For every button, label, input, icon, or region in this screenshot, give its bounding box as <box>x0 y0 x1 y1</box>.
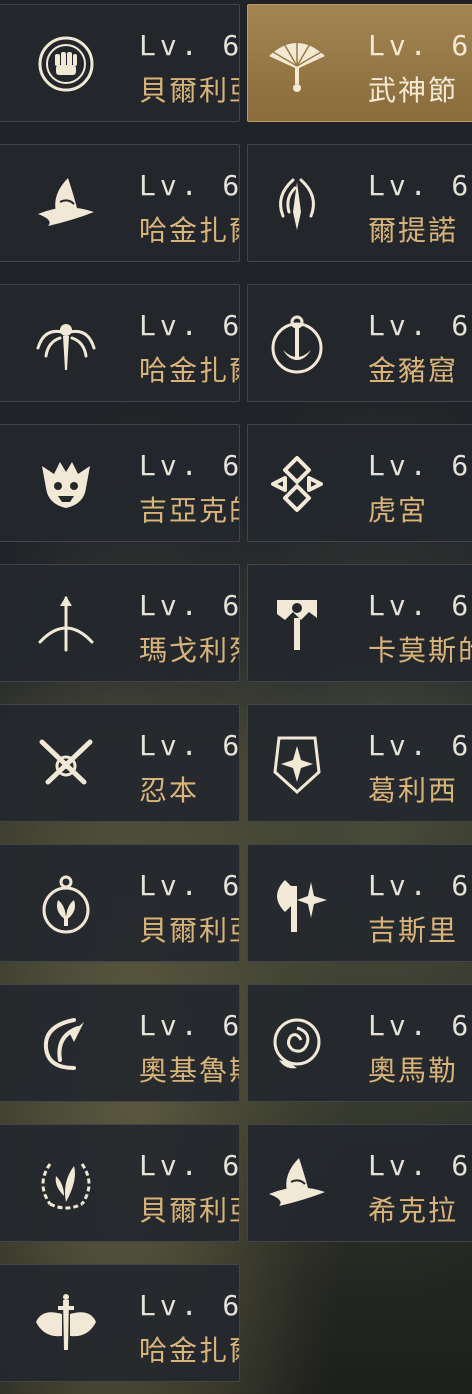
flower-orb-icon <box>33 871 99 937</box>
demon-face-icon <box>33 451 99 517</box>
dungeon-name: 哈金扎爾 <box>139 1334 239 1367</box>
level-label: Lv. 63 <box>139 869 239 902</box>
dungeon-name: 奧基魯斯 <box>139 1054 239 1087</box>
dungeon-name: 吉亞克的 <box>139 494 239 527</box>
dungeon-name: 貝爾利亞 <box>139 74 239 107</box>
level-label: Lv. 61 <box>139 1009 239 1042</box>
dungeon-name: 爾提諾 <box>368 214 459 247</box>
dungeon-card[interactable]: Lv. 60 葛利西 <box>247 704 472 822</box>
level-label: Lv. 60 <box>139 449 239 482</box>
dungeon-card[interactable]: Lv. 64 哈金扎爾 <box>0 284 240 402</box>
winged-sword-icon <box>33 1291 99 1357</box>
dungeon-card[interactable]: Lv. 61 瑪戈利烈 <box>0 564 240 682</box>
dungeon-name: 貝爾利亞 <box>139 914 239 947</box>
level-label: Lv. 60 <box>368 729 472 762</box>
level-label: Lv. 60 <box>368 869 472 902</box>
dungeon-card[interactable]: Lv. 61 爾提諾 <box>247 144 472 262</box>
dungeon-card[interactable]: Lv. 62 希克拉 <box>247 1124 472 1242</box>
level-label: Lv. 64 <box>139 309 239 342</box>
flame-blade-icon <box>264 171 330 237</box>
dungeon-card[interactable]: Lv. 60 奧馬勒 <box>247 984 472 1102</box>
dungeon-name: 哈金扎爾 <box>139 354 239 387</box>
dungeon-card[interactable]: Lv. 60 吉亞克的 <box>0 424 240 542</box>
level-label: Lv. 66 <box>139 169 239 202</box>
dungeon-name: 哈金扎爾 <box>139 214 239 247</box>
fan-icon <box>264 31 330 97</box>
level-label: Lv. 64 <box>139 29 239 62</box>
level-label: Lv. 61 <box>368 169 472 202</box>
dungeon-card[interactable]: Lv. 63 哈金扎爾 <box>0 1264 240 1382</box>
dungeon-name: 卡莫斯的 <box>368 634 472 667</box>
level-label: Lv. 62 <box>368 449 472 482</box>
crescent-icon <box>33 1011 99 1077</box>
winged-sword-crest-icon <box>33 311 99 377</box>
level-label: Lv. 61 <box>368 309 472 342</box>
dungeon-name: 奧馬勒 <box>368 1054 459 1087</box>
dungeon-card[interactable]: Lv. 61 奧基魯斯 <box>0 984 240 1102</box>
dungeon-card-selected[interactable]: Lv. 62 武神節 <box>247 4 472 122</box>
axe-banner-icon <box>264 591 330 657</box>
level-label: Lv. 61 <box>368 589 472 622</box>
shield-star-icon <box>264 731 330 797</box>
crossed-guns-icon <box>33 731 99 797</box>
level-label: Lv. 60 <box>368 1009 472 1042</box>
dungeon-card[interactable]: Lv. 63 貝爾利亞 <box>0 844 240 962</box>
wreath-icon <box>33 1151 99 1217</box>
dungeon-name: 金豬窟 <box>368 354 459 387</box>
level-label: Lv. 62 <box>368 29 472 62</box>
dungeon-name: 希克拉 <box>368 1194 459 1227</box>
bow-arrow-icon <box>33 591 99 657</box>
dungeon-name: 瑪戈利烈 <box>139 634 239 667</box>
wizard-hat-icon <box>33 171 99 237</box>
dungeon-card[interactable]: Lv. 62 忍本 <box>0 704 240 822</box>
wizard-hat-icon <box>264 1151 330 1217</box>
dungeon-name: 貝爾利亞 <box>139 1194 239 1227</box>
dungeon-name: 武神節 <box>368 74 459 107</box>
fist-crest-icon <box>33 31 99 97</box>
level-label: Lv. 62 <box>368 1149 472 1182</box>
axe-star-icon <box>264 871 330 937</box>
dungeon-card[interactable]: Lv. 61 金豬窟 <box>247 284 472 402</box>
dungeon-card[interactable]: Lv. 63 貝爾利亞 <box>0 1124 240 1242</box>
rose-icon <box>264 1011 330 1077</box>
dungeon-card[interactable]: Lv. 61 卡莫斯的 <box>247 564 472 682</box>
dungeon-name: 忍本 <box>139 774 200 807</box>
circle-crest-icon <box>264 311 330 377</box>
dungeon-name: 吉斯里 <box>368 914 459 947</box>
dungeon-card[interactable]: Lv. 60 吉斯里 <box>247 844 472 962</box>
level-label: Lv. 63 <box>139 1149 239 1182</box>
level-label: Lv. 61 <box>139 589 239 622</box>
dungeon-card[interactable]: Lv. 64 貝爾利亞 <box>0 4 240 122</box>
level-label: Lv. 62 <box>139 729 239 762</box>
tiger-sigil-icon <box>264 451 330 517</box>
level-label: Lv. 63 <box>139 1289 239 1322</box>
dungeon-name: 葛利西 <box>368 774 459 807</box>
dungeon-card[interactable]: Lv. 62 虎宮 <box>247 424 472 542</box>
dungeon-card[interactable]: Lv. 66 哈金扎爾 <box>0 144 240 262</box>
dungeon-name: 虎宮 <box>368 494 429 527</box>
